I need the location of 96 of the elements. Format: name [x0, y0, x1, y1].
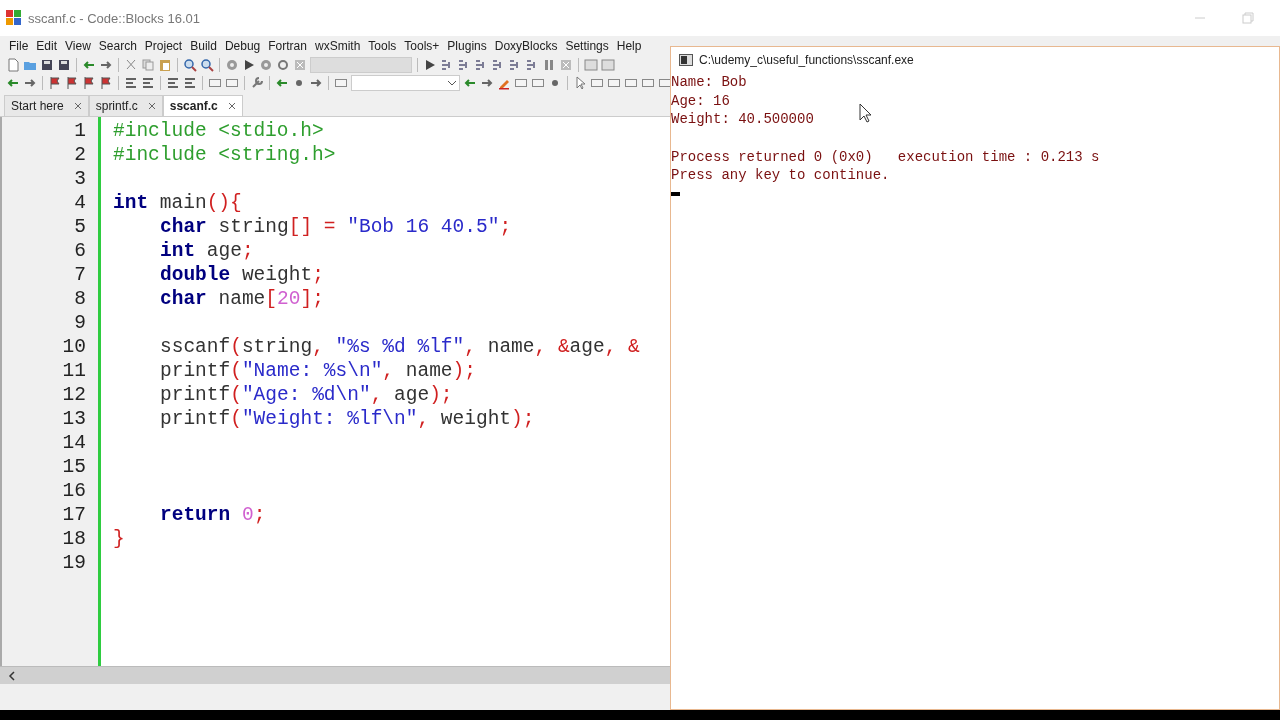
line-number: 16	[62, 479, 86, 503]
menu-item[interactable]: Project	[140, 39, 187, 53]
line-number: 5	[74, 215, 86, 239]
line-number: 1	[74, 119, 86, 143]
menu-item[interactable]: wxSmith	[310, 39, 365, 53]
editor-tab[interactable]: sprintf.c	[88, 95, 163, 116]
scroll-left-icon[interactable]	[8, 670, 16, 681]
box-icon[interactable]	[641, 76, 655, 90]
horizontal-scrollbar[interactable]	[0, 666, 670, 684]
flag-icon[interactable]	[65, 76, 79, 90]
box-icon[interactable]	[514, 76, 528, 90]
menu-item[interactable]: Plugins	[443, 39, 491, 53]
comment-icon[interactable]	[141, 76, 155, 90]
code-line: return 0;	[159, 504, 266, 526]
console-icon	[679, 54, 693, 66]
save-all-icon[interactable]	[57, 58, 71, 72]
flag-icon[interactable]	[99, 76, 113, 90]
menu-item[interactable]: Build	[186, 39, 221, 53]
play-icon[interactable]	[242, 58, 256, 72]
code-line: char string[] = "Bob 16 40.5";	[159, 216, 512, 238]
code-line: int main(){	[113, 192, 242, 214]
line-number: 15	[62, 455, 86, 479]
line-number: 4	[74, 191, 86, 215]
code-line: #include <string.h>	[113, 144, 336, 166]
line-number: 11	[62, 359, 86, 383]
menu-item[interactable]: File	[5, 39, 33, 53]
code-line: #include <stdio.h>	[113, 120, 324, 142]
code-line: printf("Weight: %lf\n", weight);	[159, 408, 535, 430]
window-title: sscanf.c - Code::Blocks 16.01	[28, 10, 200, 26]
new-file-icon[interactable]	[6, 58, 20, 72]
paste-icon[interactable]	[158, 58, 172, 72]
line-number: 9	[74, 311, 86, 335]
line-number: 2	[74, 143, 86, 167]
line-number: 17	[62, 503, 86, 527]
menu-item[interactable]: DoxyBlocks	[490, 39, 562, 53]
box-icon[interactable]	[208, 76, 222, 90]
save-icon[interactable]	[40, 58, 54, 72]
menu-item[interactable]: Debug	[220, 39, 265, 53]
wrench-icon[interactable]	[250, 76, 264, 90]
line-number: 18	[62, 527, 86, 551]
text-cursor	[671, 192, 680, 197]
menu-item[interactable]: Tools+	[400, 39, 444, 53]
line-number: 19	[62, 551, 86, 575]
comment-icon[interactable]	[124, 76, 138, 90]
console-title: C:\udemy_c\useful_functions\sscanf.exe	[699, 53, 914, 67]
line-number: 3	[74, 167, 86, 191]
close-icon[interactable]	[227, 102, 236, 110]
menu-item[interactable]: Help	[612, 39, 646, 53]
box-icon[interactable]	[531, 76, 545, 90]
line-number: 13	[62, 407, 86, 431]
line-number: 7	[74, 263, 86, 287]
cursor-icon[interactable]	[573, 76, 587, 90]
console-output: Process returned 0 (0x0) execution time : 0.213 s	[671, 148, 1100, 165]
code-line: printf("Age: %d\n", age);	[159, 384, 453, 406]
close-icon[interactable]	[73, 102, 82, 110]
box-icon[interactable]	[590, 76, 604, 90]
flag-icon[interactable]	[48, 76, 62, 90]
comment-icon[interactable]	[166, 76, 180, 90]
comment-icon[interactable]	[183, 76, 197, 90]
box-icon[interactable]	[334, 76, 348, 90]
code-line: }	[113, 528, 125, 550]
cut-icon[interactable]	[124, 58, 138, 72]
menu-item[interactable]: Edit	[32, 39, 62, 53]
code-line: char name[20];	[159, 288, 324, 310]
code-line: double weight;	[159, 264, 324, 286]
menu-item[interactable]: Fortran	[264, 39, 311, 53]
search-icon[interactable]	[200, 58, 214, 72]
pause-icon[interactable]	[542, 58, 556, 72]
box-icon[interactable]	[607, 76, 621, 90]
code-line: printf("Name: %s\n", name);	[159, 360, 476, 382]
console-output: Age: 16	[671, 92, 730, 109]
app-logo-icon	[6, 10, 22, 26]
flag-icon[interactable]	[82, 76, 96, 90]
menu-item[interactable]: Settings	[561, 39, 613, 53]
editor-tab[interactable]: Start here	[4, 95, 89, 116]
play-icon[interactable]	[423, 58, 437, 72]
mouse-pointer-icon	[859, 103, 873, 123]
console-output: Name: Bob	[671, 74, 747, 90]
close-icon[interactable]	[147, 102, 156, 110]
menu-item[interactable]: Tools	[364, 39, 401, 53]
menu-item[interactable]: Search	[94, 39, 141, 53]
refresh-icon[interactable]	[276, 58, 290, 72]
line-number: 12	[62, 383, 86, 407]
search-icon[interactable]	[183, 58, 197, 72]
line-number: 14	[62, 431, 86, 455]
line-number: 8	[74, 287, 86, 311]
editor-tab[interactable]: sscanf.c	[162, 95, 243, 116]
console-output: Press any key to continue.	[671, 167, 890, 184]
line-number: 10	[62, 335, 86, 359]
code-line: sscanf(string, "%s %d %lf", name, &age, &	[159, 336, 640, 358]
code-line: int age;	[159, 240, 254, 262]
line-number: 6	[74, 239, 86, 263]
box-icon[interactable]	[624, 76, 638, 90]
console-output: Weight: 40.500000	[671, 111, 814, 128]
menu-item[interactable]: View	[61, 39, 95, 53]
caret-icon[interactable]	[447, 79, 457, 87]
